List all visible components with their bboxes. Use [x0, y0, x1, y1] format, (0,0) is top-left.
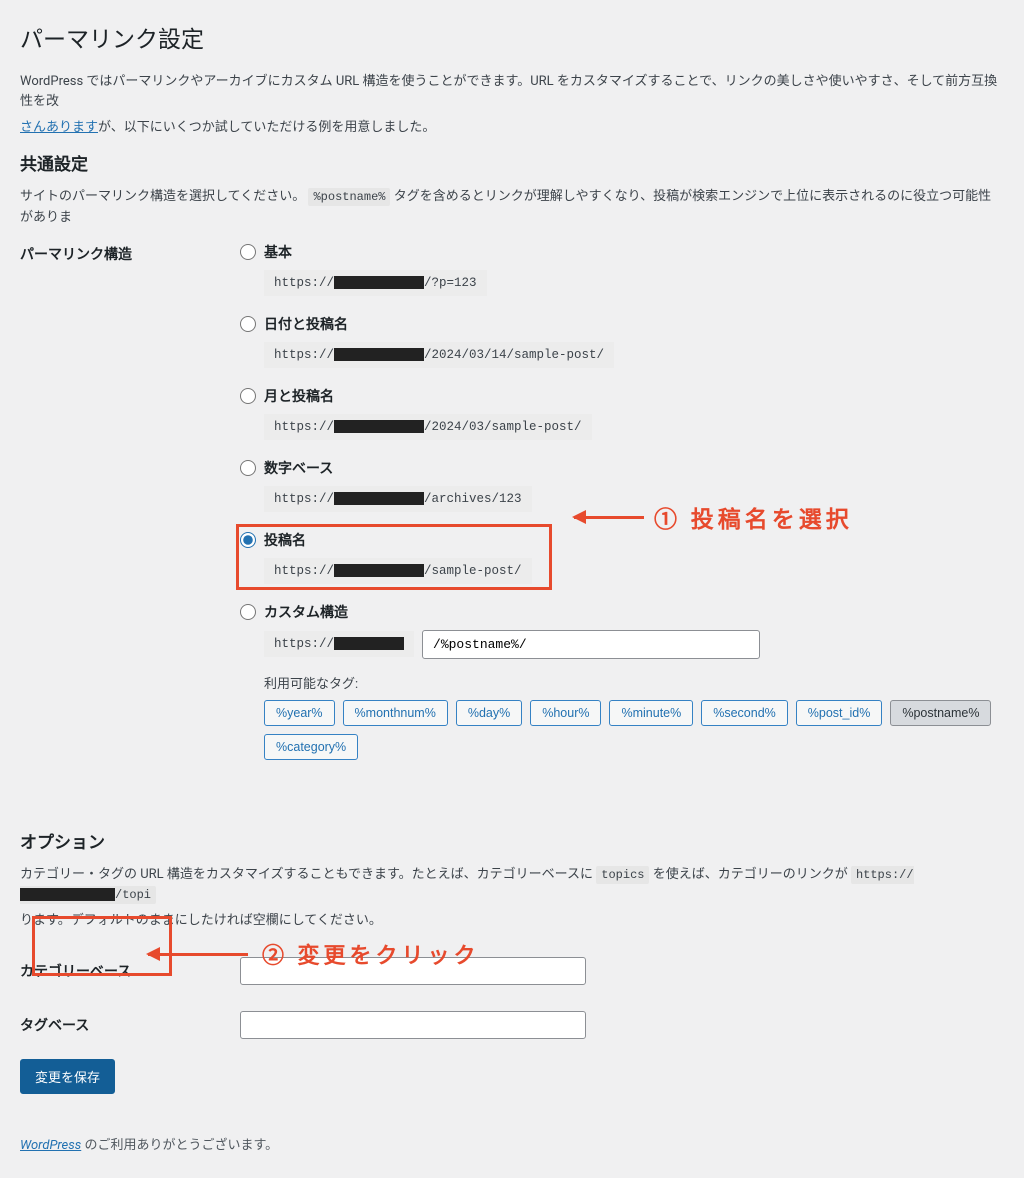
footer-text: のご利用ありがとうございます。	[81, 1138, 278, 1153]
custom-structure-input[interactable]	[422, 630, 760, 659]
option-desc-2: ります。デフォルトのままにしたければ空欄にしてください。	[20, 911, 1004, 931]
example-date-name: https:// /2024/03/14/sample-post/	[264, 342, 614, 368]
redacted-domain	[334, 492, 424, 505]
ex-pre: https://	[274, 492, 334, 506]
radio-plain-label[interactable]: 基本	[264, 242, 292, 262]
ex-pre: https://	[274, 276, 334, 290]
option-desc: カテゴリー・タグの URL 構造をカスタマイズすることもできます。たとえば、カテ…	[20, 865, 1004, 905]
tag-base-input[interactable]	[240, 1011, 586, 1039]
tag-button-monthnum[interactable]: %monthnum%	[343, 700, 448, 726]
radio-post-name[interactable]	[240, 532, 256, 548]
redacted-domain	[334, 348, 424, 361]
tag-base-label: タグベース	[20, 1015, 240, 1035]
example-numeric: https:// /archives/123	[264, 486, 532, 512]
tag-button-year[interactable]: %year%	[264, 700, 335, 726]
radio-numeric-label[interactable]: 数字ベース	[264, 458, 333, 478]
intro-paragraph-2: さんありますが、以下にいくつか試していただける例を用意しました。	[20, 118, 1004, 138]
footer-wordpress-link[interactable]: WordPress	[20, 1138, 81, 1153]
arrow-icon	[574, 516, 644, 519]
footer: WordPress のご利用ありがとうございます。	[20, 1134, 1004, 1153]
radio-post-name-label[interactable]: 投稿名	[264, 530, 306, 550]
radio-numeric[interactable]	[240, 460, 256, 476]
tag-button-second[interactable]: %second%	[701, 700, 788, 726]
opt-a: カテゴリー・タグの URL 構造をカスタマイズすることもできます。たとえば、カテ…	[20, 867, 596, 882]
radio-month-name[interactable]	[240, 388, 256, 404]
tag-button-hour[interactable]: %hour%	[530, 700, 601, 726]
ex-suf: /archives/123	[424, 492, 522, 506]
ex-suf: /2024/03/sample-post/	[424, 420, 582, 434]
ex-suf: /2024/03/14/sample-post/	[424, 348, 604, 362]
radio-custom[interactable]	[240, 604, 256, 620]
redacted-domain	[334, 276, 424, 289]
opt-b: を使えば、カテゴリーのリンクが	[653, 867, 851, 882]
redacted-domain	[20, 888, 115, 901]
intro-paragraph: WordPress ではパーマリンクやアーカイブにカスタム URL 構造を使うこ…	[20, 72, 1004, 112]
ex-pre: https://	[274, 420, 334, 434]
radio-date-name[interactable]	[240, 316, 256, 332]
radio-custom-label[interactable]: カスタム構造	[264, 602, 348, 622]
radio-month-name-label[interactable]: 月と投稿名	[264, 386, 334, 406]
radio-plain[interactable]	[240, 244, 256, 260]
example-post-name: https:// /sample-post/	[264, 558, 532, 584]
intro-link[interactable]: さんあります	[20, 120, 98, 135]
annotation-text-1: ① 投稿名を選択	[654, 500, 853, 534]
ex-pre: https://	[274, 564, 334, 578]
example-month-name: https:// /2024/03/sample-post/	[264, 414, 592, 440]
ex-pre: https://	[274, 348, 334, 362]
page-title: パーマリンク設定	[20, 20, 1004, 54]
annotation-arrow-2: ② 変更をクリック	[148, 938, 479, 970]
available-tags-label: 利用可能なタグ:	[264, 673, 1004, 692]
tag-button-minute[interactable]: %minute%	[609, 700, 693, 726]
opt-url-suf: /topi	[115, 888, 151, 902]
postname-tag-code: %postname%	[308, 188, 390, 206]
ex-suf: /sample-post/	[424, 564, 522, 578]
redacted-domain	[334, 420, 424, 433]
common-desc-a: サイトのパーマリンク構造を選択してください。	[20, 189, 305, 204]
annotation-arrow-1: ① 投稿名を選択	[574, 500, 853, 534]
save-changes-button[interactable]: 変更を保存	[20, 1059, 115, 1094]
redacted-domain	[334, 564, 424, 577]
annotation-text-2: ② 変更をクリック	[262, 938, 479, 970]
radio-date-name-label[interactable]: 日付と投稿名	[264, 314, 348, 334]
tag-button-category[interactable]: %category%	[264, 734, 358, 760]
ex-pre: https://	[274, 637, 334, 651]
opt-topics: topics	[596, 866, 649, 884]
common-desc: サイトのパーマリンク構造を選択してください。 %postname% タグを含める…	[20, 187, 1004, 227]
opt-url-pre: https://	[856, 868, 914, 882]
intro-text-a: WordPress ではパーマリンクやアーカイブにカスタム URL 構造を使うこ…	[20, 74, 997, 109]
example-plain: https:// /?p=123	[264, 270, 487, 296]
section-common-heading: 共通設定	[20, 150, 1004, 175]
section-option-heading: オプション	[20, 828, 1004, 853]
tag-button-post_id[interactable]: %post_id%	[796, 700, 883, 726]
tag-button-postname[interactable]: %postname%	[890, 700, 991, 726]
example-custom-prefix: https://	[264, 631, 414, 657]
intro-text-b: が、以下にいくつか試していただける例を用意しました。	[98, 120, 435, 135]
redacted-domain	[334, 637, 404, 650]
arrow-icon	[148, 953, 248, 956]
structure-label: パーマリンク構造	[20, 242, 240, 264]
tag-button-day[interactable]: %day%	[456, 700, 522, 726]
ex-suf: /?p=123	[424, 276, 477, 290]
